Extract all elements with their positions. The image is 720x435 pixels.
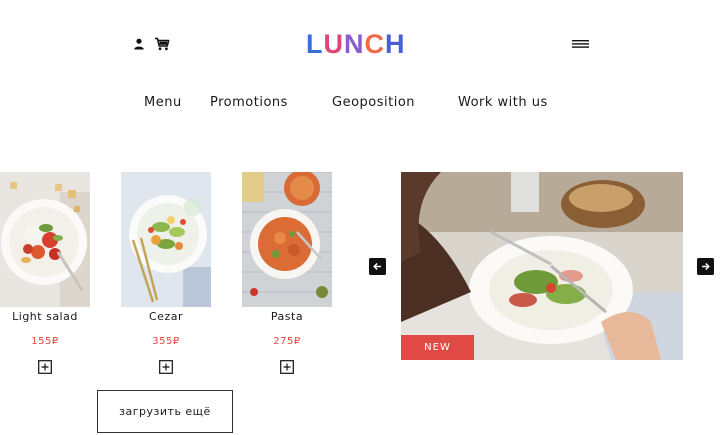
load-more-button[interactable]: загрузить ещё (97, 390, 233, 433)
user-icon[interactable] (133, 38, 145, 50)
add-to-cart-icon[interactable] (159, 360, 173, 374)
logo-letter: U (323, 29, 344, 59)
hamburger-menu-icon[interactable] (572, 40, 589, 48)
light-salad-photo[interactable] (0, 172, 90, 307)
carousel-prev-button[interactable] (369, 258, 386, 275)
nav-item-geoposition[interactable]: Geoposition (332, 93, 415, 113)
pasta-photo[interactable] (242, 172, 332, 307)
logo-letter: L (306, 29, 324, 59)
new-badge: NEW (401, 335, 474, 360)
logo-letter: C (364, 29, 385, 59)
cart-icon[interactable] (154, 37, 170, 51)
product-name[interactable]: Pasta (232, 310, 342, 324)
product-name[interactable]: Cezar (111, 310, 221, 324)
carousel-next-button[interactable] (697, 258, 714, 275)
product-name[interactable]: Light salad (0, 310, 100, 324)
product-price: 275₽ (273, 336, 301, 347)
cezar-photo[interactable] (121, 172, 211, 307)
add-to-cart-icon[interactable] (38, 360, 52, 374)
nav-item-menu[interactable]: Menu (144, 93, 182, 113)
logo-letter: H (385, 29, 406, 59)
brand-logo[interactable]: LUNCH (306, 29, 438, 59)
promo-image[interactable] (401, 172, 683, 360)
add-to-cart-icon[interactable] (280, 360, 294, 374)
nav-item-promotions[interactable]: Promotions (210, 93, 288, 113)
product-price: 355₽ (152, 336, 180, 347)
nav-item-work-with-us[interactable]: Work with us (458, 93, 548, 113)
logo-letter: N (344, 29, 365, 59)
main-navigation: Menu Promotions Geoposition Work with us (0, 93, 720, 113)
product-price: 155₽ (31, 336, 59, 347)
